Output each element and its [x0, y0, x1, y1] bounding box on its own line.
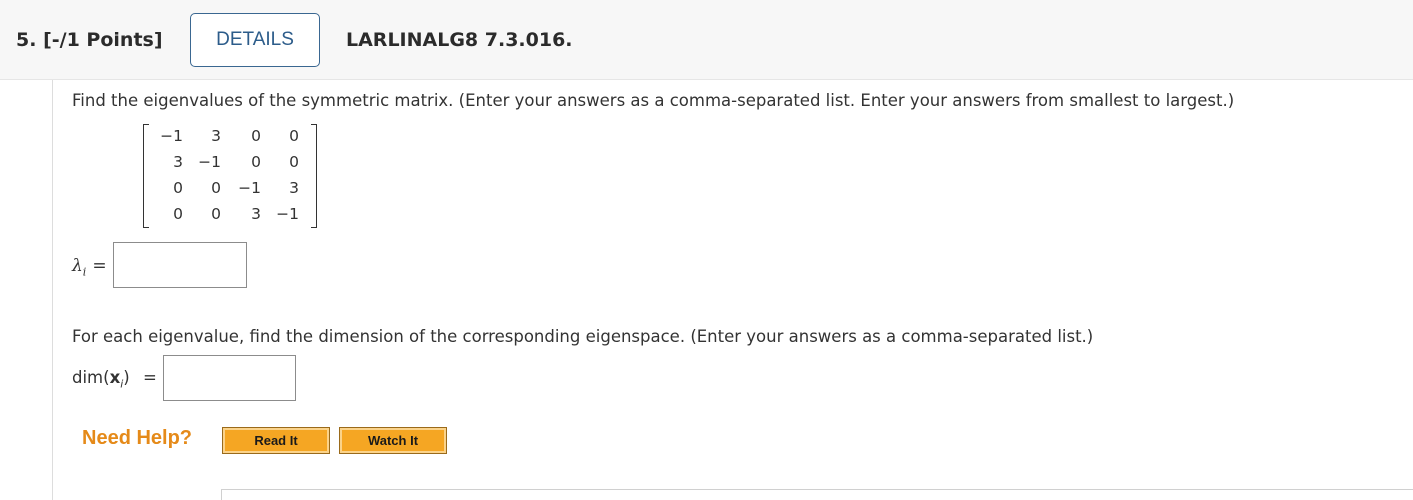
dim-bold-x: x: [109, 368, 121, 387]
matrix-cell: −1: [238, 179, 261, 197]
matrix-cell: −1: [160, 127, 183, 145]
dimension-answer-input[interactable]: [163, 355, 296, 401]
points-label: [-/1 Points]: [43, 29, 163, 51]
eigenvalue-prompt: Find the eigenvalues of the symmetric ma…: [72, 91, 1235, 110]
dimension-equals: =: [142, 368, 157, 387]
question-number: 5.: [16, 29, 37, 51]
matrix-cell: 3: [289, 179, 299, 197]
matrix-cell: 0: [289, 127, 299, 145]
matrix-cell: 0: [211, 179, 221, 197]
matrix-cell: 3: [211, 127, 221, 145]
eigenvalue-equals: =: [92, 256, 107, 276]
matrix-cell: 0: [211, 205, 221, 223]
matrix-cell: 0: [289, 153, 299, 171]
matrix-cell: 3: [251, 205, 261, 223]
dimension-prompt: For each eigenvalue, find the dimension …: [72, 327, 1094, 346]
dim-prefix: dim(: [72, 368, 110, 387]
lambda-subscript: i: [82, 265, 87, 279]
eigenvalue-label: λi =: [72, 256, 107, 278]
symmetric-matrix: −1 3 0 0 3 −1 0 0 0 0 −1 3 0 0 3 −1: [143, 124, 317, 228]
next-panel-edge: [221, 489, 1413, 500]
dimension-label: dim(xi) =: [72, 368, 157, 390]
need-help-label: Need Help?: [82, 427, 193, 449]
matrix-cell: 0: [251, 153, 261, 171]
dim-suffix: ): [123, 368, 130, 387]
details-button[interactable]: DETAILS: [190, 13, 320, 67]
problem-code: LARLINALG8 7.3.016.: [346, 29, 573, 51]
read-it-button[interactable]: Read It: [222, 427, 330, 454]
question-title: 5. [-/1 Points]: [16, 29, 163, 51]
watch-it-button[interactable]: Watch It: [339, 427, 447, 454]
eigenvalue-answer-input[interactable]: [113, 242, 247, 288]
matrix-cell: −1: [276, 205, 299, 223]
matrix-cell: 0: [173, 179, 183, 197]
matrix-cell: 0: [173, 205, 183, 223]
question-header: 5. [-/1 Points] DETAILS LARLINALG8 7.3.0…: [0, 0, 1413, 80]
matrix-cell: −1: [198, 153, 221, 171]
left-divider: [52, 80, 53, 500]
matrix-cell: 3: [173, 153, 183, 171]
lambda-symbol: λ: [72, 256, 83, 276]
matrix-cell: 0: [251, 127, 261, 145]
matrix-right-bracket: [311, 124, 317, 228]
